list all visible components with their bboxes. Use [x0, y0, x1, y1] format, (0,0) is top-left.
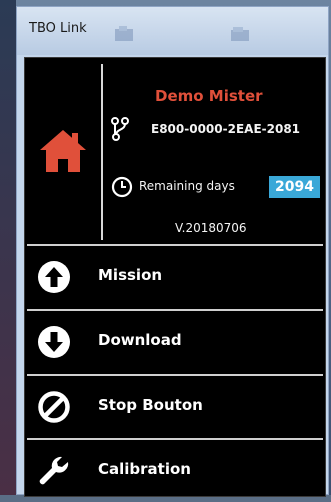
menu-item-stop-bouton[interactable]: Stop Bouton	[25, 374, 325, 438]
home-icon[interactable]	[38, 128, 88, 174]
menu-divider	[27, 374, 323, 376]
tbo-link-window: TBO Link Demo Mister E800-0000-2EAE-2081…	[16, 6, 329, 497]
menu-item-label: Stop Bouton	[98, 396, 203, 414]
remaining-days-badge: 2094	[269, 176, 320, 198]
menu-item-download[interactable]: Download	[25, 309, 325, 373]
menu-item-label: Download	[98, 331, 182, 349]
menu-item-mission[interactable]: Mission	[25, 244, 325, 308]
menu-item-label: Mission	[98, 266, 163, 284]
desktop-background: TBO Link Demo Mister E800-0000-2EAE-2081…	[0, 0, 331, 497]
clock-icon	[111, 176, 133, 198]
stop-circle-icon	[38, 391, 70, 423]
arrow-up-circle-icon	[38, 261, 70, 293]
device-id: E800-0000-2EAE-2081	[151, 122, 301, 136]
branch-icon	[111, 117, 129, 141]
desktop-left-strip	[0, 0, 16, 495]
menu-item-label: Calibration	[98, 460, 191, 478]
window-title: TBO Link	[29, 21, 87, 36]
header-divider	[101, 64, 103, 240]
remaining-days-label: Remaining days	[139, 179, 235, 193]
arrow-down-circle-icon	[38, 326, 70, 358]
menu-divider	[27, 438, 323, 440]
tbo-link-panel: Demo Mister E800-0000-2EAE-2081 Remainin…	[24, 57, 326, 497]
window-titlebar[interactable]: TBO Link	[17, 7, 328, 55]
menu-item-calibration[interactable]: Calibration	[25, 438, 325, 502]
device-header: Demo Mister E800-0000-2EAE-2081 Remainin…	[25, 58, 325, 244]
version-label: V.20180706	[175, 221, 247, 235]
menu-divider	[27, 309, 323, 311]
user-name: Demo Mister	[155, 87, 263, 105]
wrench-icon	[39, 456, 69, 485]
background-desktop-icon	[115, 26, 133, 41]
menu-divider	[27, 244, 323, 246]
background-desktop-icon	[231, 27, 249, 41]
